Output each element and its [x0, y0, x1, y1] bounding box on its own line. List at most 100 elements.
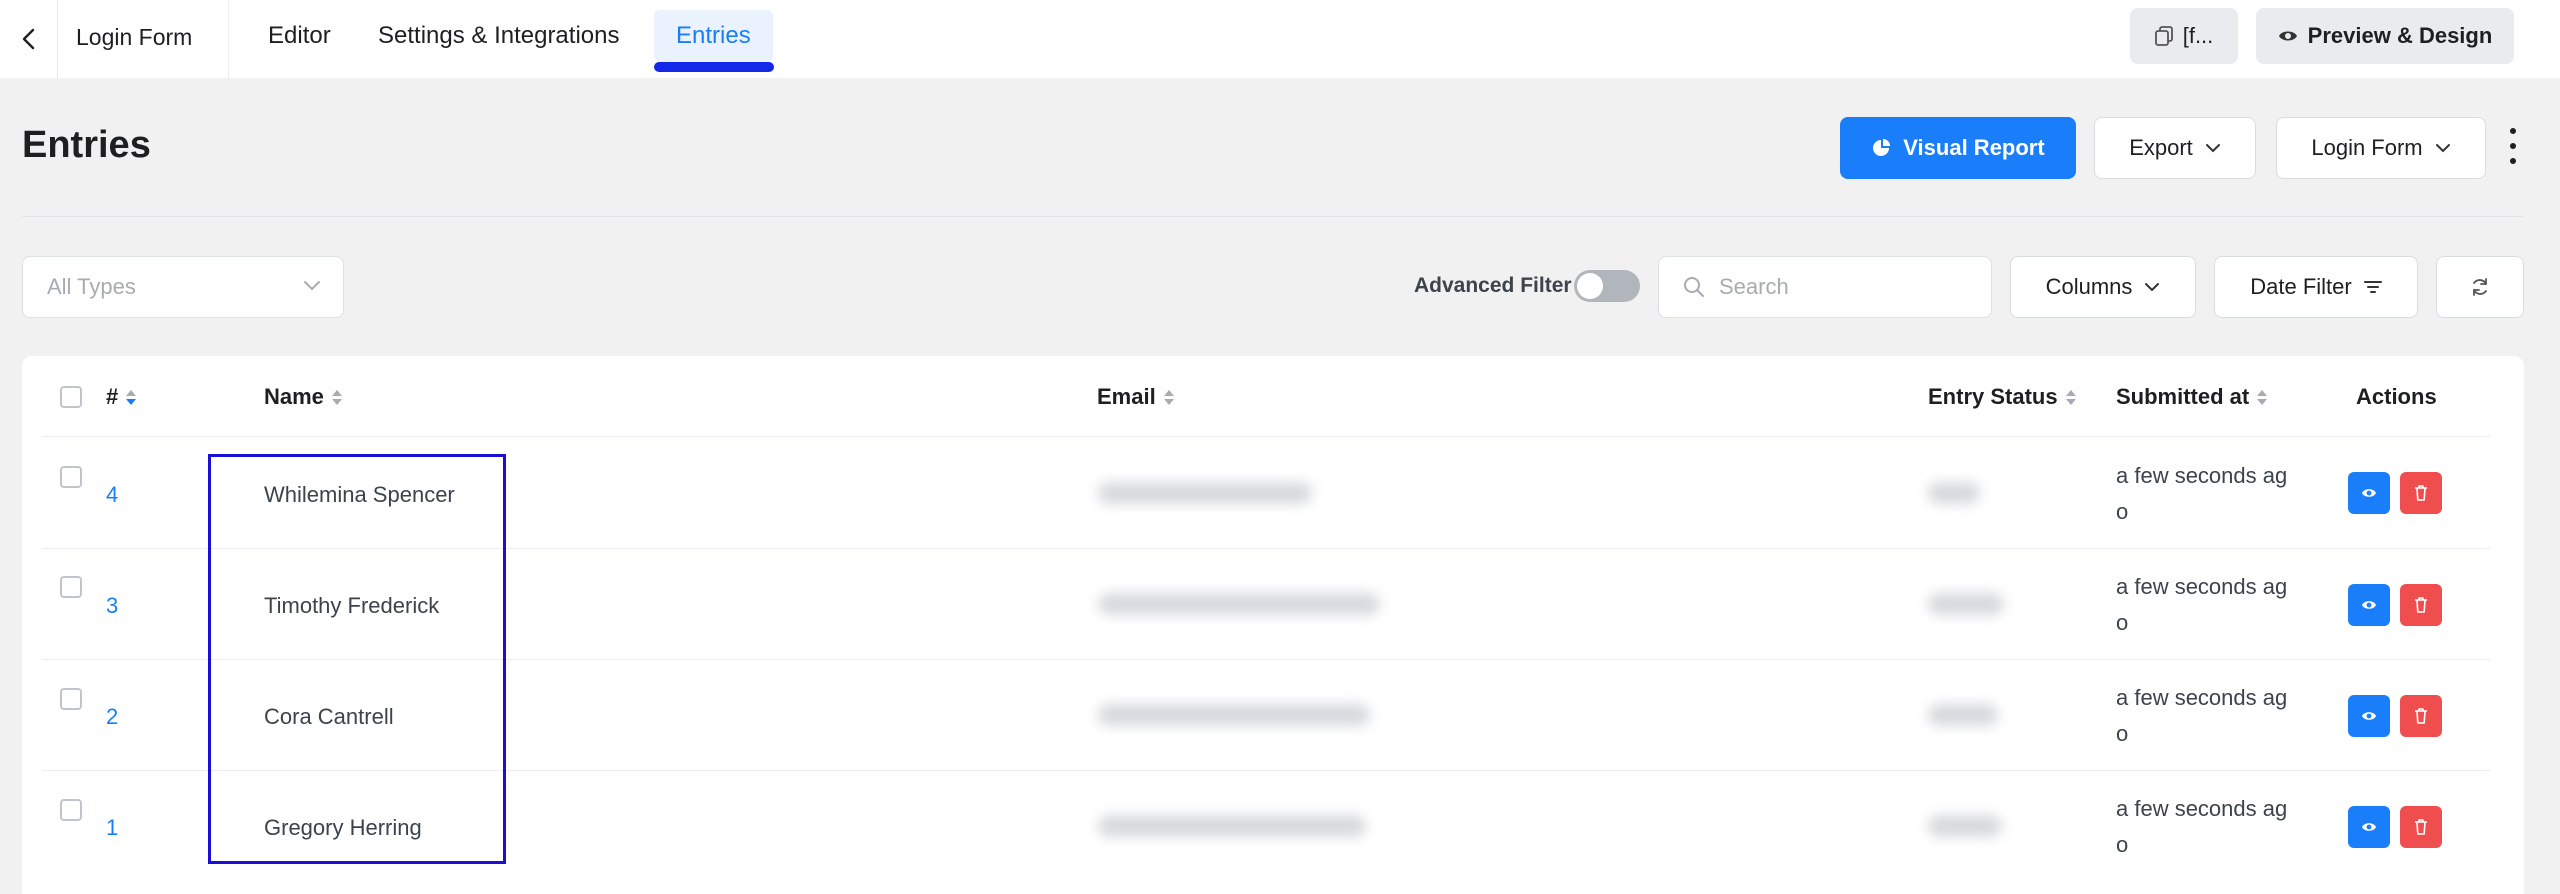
export-button[interactable]: Export — [2094, 117, 2256, 179]
row-checkbox[interactable] — [60, 799, 82, 821]
chevron-left-icon — [22, 28, 34, 50]
view-entry-button[interactable] — [2348, 806, 2390, 848]
blurred-email — [1098, 704, 1370, 726]
column-header-name[interactable]: Name — [264, 384, 342, 410]
copy-icon — [2154, 26, 2173, 46]
entry-name: Gregory Herring — [264, 815, 422, 840]
sort-icon[interactable] — [2065, 389, 2076, 405]
delete-entry-button[interactable] — [2400, 472, 2442, 514]
blurred-status — [1928, 482, 1980, 504]
tab-entries[interactable]: Entries — [654, 10, 773, 62]
pie-chart-icon — [1873, 139, 1891, 156]
entry-id-link[interactable]: 3 — [106, 593, 118, 619]
blurred-status — [1928, 704, 1998, 726]
column-header-name-label: Name — [264, 384, 324, 409]
refresh-button[interactable] — [2436, 256, 2524, 318]
submitted-at: a few seconds ag o — [2116, 680, 2306, 752]
delete-entry-button[interactable] — [2400, 584, 2442, 626]
eye-icon — [2362, 601, 2376, 609]
tab-editor[interactable]: Editor — [268, 10, 331, 62]
tab-settings-integrations[interactable]: Settings & Integrations — [378, 10, 619, 62]
column-header-submitted-at[interactable]: Submitted at — [2116, 384, 2268, 410]
filter-lines-icon — [2363, 281, 2382, 293]
blurred-email — [1098, 815, 1366, 837]
divider — [228, 0, 229, 78]
view-entry-button[interactable] — [2348, 584, 2390, 626]
submitted-at: a few seconds ag o — [2116, 458, 2306, 530]
search-input[interactable] — [1719, 274, 1959, 300]
submitted-at: a few seconds ag o — [2116, 791, 2306, 863]
column-header-status-label: Entry Status — [1928, 384, 2058, 409]
date-filter-label: Date Filter — [2250, 274, 2352, 299]
eye-icon — [2362, 823, 2376, 831]
export-label: Export — [2129, 135, 2193, 160]
back-button[interactable] — [0, 0, 58, 78]
kebab-icon[interactable] — [2506, 128, 2520, 164]
column-header-id[interactable]: # — [106, 384, 137, 410]
page-title: Entries — [22, 124, 151, 166]
submitted-at-line2: o — [2116, 832, 2129, 857]
blurred-email — [1098, 593, 1380, 615]
blurred-status — [1928, 593, 2004, 615]
form-select-dropdown[interactable]: Login Form — [2276, 117, 2486, 179]
entry-name: Cora Cantrell — [264, 704, 394, 729]
chevron-down-icon — [304, 281, 320, 291]
column-header-actions: Actions — [2356, 384, 2437, 410]
visual-report-button[interactable]: Visual Report — [1840, 117, 2076, 179]
entry-name: Timothy Frederick — [264, 593, 440, 618]
column-header-submitted-label: Submitted at — [2116, 384, 2250, 409]
entry-id-link[interactable]: 4 — [106, 482, 118, 508]
sort-icon[interactable] — [126, 389, 137, 405]
date-filter-button[interactable]: Date Filter — [2214, 256, 2418, 318]
form-select-label: Login Form — [2311, 135, 2423, 160]
row-checkbox[interactable] — [60, 576, 82, 598]
column-header-actions-label: Actions — [2356, 384, 2437, 409]
refresh-icon — [2473, 278, 2487, 296]
select-all-checkbox[interactable] — [60, 386, 82, 408]
row-checkbox[interactable] — [60, 688, 82, 710]
submitted-at-line1: a few seconds ag — [2116, 796, 2288, 821]
active-tab-indicator — [654, 62, 774, 72]
eye-icon — [2362, 712, 2376, 720]
submitted-at-line2: o — [2116, 721, 2129, 746]
sort-icon[interactable] — [331, 389, 342, 405]
columns-label: Columns — [2045, 274, 2133, 299]
column-header-email-label: Email — [1097, 384, 1156, 409]
view-entry-button[interactable] — [2348, 695, 2390, 737]
blurred-status — [1928, 815, 2002, 837]
chevron-down-icon — [2435, 144, 2450, 153]
sort-icon[interactable] — [1163, 389, 1174, 405]
advanced-filter-label: Advanced Filter — [1414, 274, 1572, 297]
trash-icon — [2415, 708, 2427, 724]
column-header-entry-status[interactable]: Entry Status — [1928, 384, 2076, 410]
eye-icon — [2278, 31, 2297, 41]
shortcode-button[interactable]: [f... — [2130, 8, 2238, 64]
row-divider — [42, 436, 2490, 437]
entry-name: Whilemina Spencer — [264, 482, 455, 507]
search-box — [1658, 256, 1992, 318]
row-divider — [42, 548, 2490, 549]
advanced-filter-toggle[interactable] — [1574, 270, 1640, 302]
preview-design-label: Preview & Design — [2307, 23, 2493, 48]
eye-icon — [2362, 489, 2376, 497]
delete-entry-button[interactable] — [2400, 806, 2442, 848]
row-checkbox[interactable] — [60, 466, 82, 488]
entry-type-select[interactable]: All Types — [22, 256, 344, 318]
top-navigation-bar: Login Form Editor Settings & Integration… — [0, 0, 2560, 78]
submitted-at-line1: a few seconds ag — [2116, 685, 2288, 710]
row-divider — [42, 770, 2490, 771]
search-icon — [1684, 277, 1704, 297]
column-header-id-label: # — [106, 384, 119, 409]
columns-button[interactable]: Columns — [2010, 256, 2196, 318]
entry-id-link[interactable]: 1 — [106, 815, 118, 841]
submitted-at-line2: o — [2116, 499, 2129, 524]
entry-id-link[interactable]: 2 — [106, 704, 118, 730]
view-entry-button[interactable] — [2348, 472, 2390, 514]
blurred-email — [1098, 482, 1312, 504]
sort-icon[interactable] — [2257, 389, 2268, 405]
column-header-email[interactable]: Email — [1097, 384, 1174, 410]
chevron-down-icon — [2145, 283, 2160, 292]
shortcode-label: [f... — [2182, 23, 2214, 48]
delete-entry-button[interactable] — [2400, 695, 2442, 737]
preview-design-button[interactable]: Preview & Design — [2256, 8, 2514, 64]
